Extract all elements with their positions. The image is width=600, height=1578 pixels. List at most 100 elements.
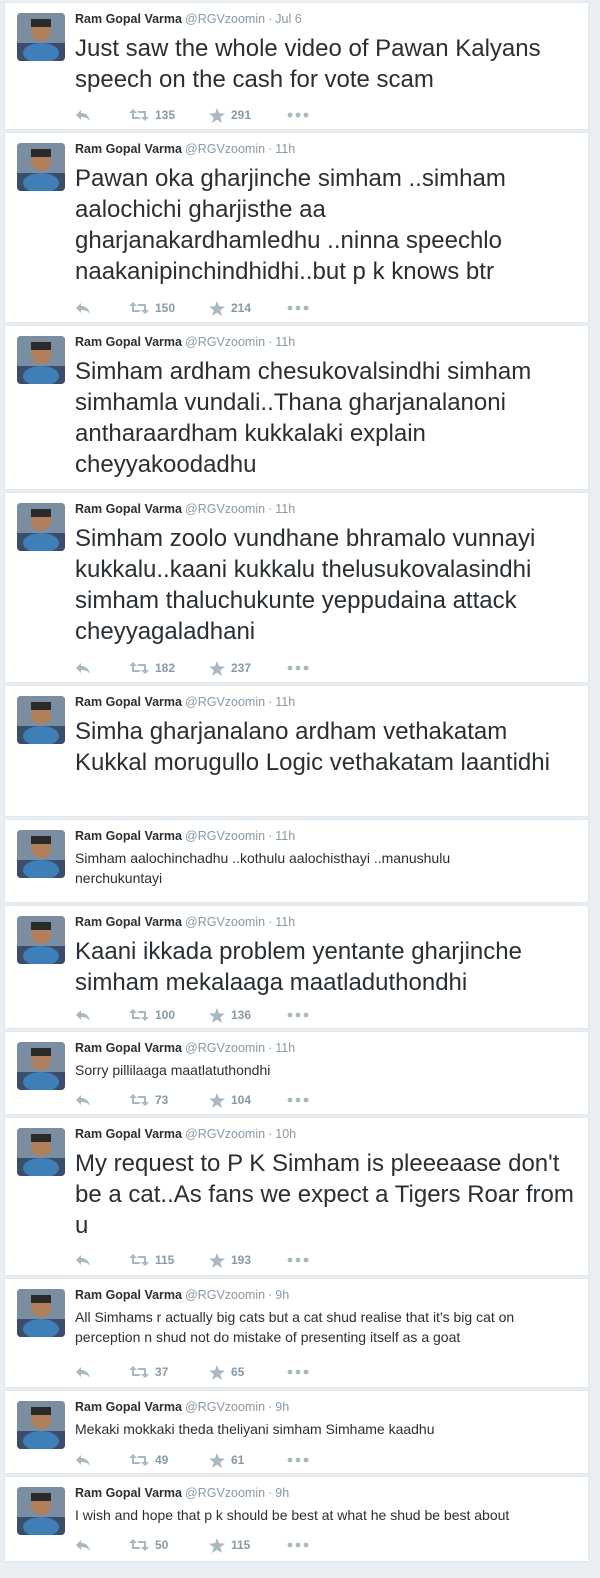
tweet-timestamp[interactable]: 11h	[275, 829, 295, 843]
more-button[interactable]	[287, 1097, 317, 1103]
more-button[interactable]	[287, 1257, 317, 1263]
author-name[interactable]: Ram Gopal Varma	[75, 12, 182, 26]
retweet-button[interactable]: 73	[129, 1093, 209, 1107]
retweet-button[interactable]: 37	[129, 1365, 209, 1379]
favorite-button[interactable]: 237	[209, 660, 287, 676]
author-name[interactable]: Ram Gopal Varma	[75, 829, 182, 843]
more-button[interactable]	[287, 1457, 317, 1463]
more-button[interactable]	[287, 1369, 317, 1375]
tweet[interactable]: Ram Gopal Varma @RGVzoomin · 11h Simham ard…	[4, 325, 589, 490]
retweet-button[interactable]: 50	[129, 1538, 209, 1552]
author-name[interactable]: Ram Gopal Varma	[75, 695, 182, 709]
author-handle[interactable]: @RGVzoomin	[185, 1400, 265, 1414]
tweet[interactable]: Ram Gopal Varma @RGVzoomin · 10h My request…	[4, 1117, 589, 1276]
more-button[interactable]	[287, 665, 317, 671]
tweet-timestamp[interactable]: 11h	[275, 915, 295, 929]
avatar[interactable]	[17, 1401, 65, 1449]
author-name[interactable]: Ram Gopal Varma	[75, 915, 182, 929]
tweet[interactable]: Ram Gopal Varma @RGVzoomin · 9h I wish and …	[4, 1476, 589, 1562]
author-handle[interactable]: @RGVzoomin	[185, 695, 265, 709]
retweet-button[interactable]: 135	[129, 108, 209, 122]
reply-button[interactable]	[75, 1008, 129, 1022]
tweet-timestamp[interactable]: 9h	[275, 1400, 289, 1414]
favorite-button[interactable]: 193	[209, 1252, 287, 1268]
author-handle[interactable]: @RGVzoomin	[185, 829, 265, 843]
avatar[interactable]	[17, 1042, 65, 1090]
tweet-timestamp[interactable]: 11h	[275, 502, 295, 516]
more-icon	[287, 1257, 309, 1263]
tweet-timestamp[interactable]: 11h	[275, 695, 295, 709]
favorite-button[interactable]: 61	[209, 1452, 287, 1468]
tweet[interactable]: Ram Gopal Varma @RGVzoomin · Jul 6 Just saw…	[4, 2, 589, 130]
favorite-button[interactable]: 104	[209, 1092, 287, 1108]
reply-button[interactable]	[75, 1453, 129, 1467]
more-button[interactable]	[287, 1012, 317, 1018]
tweet[interactable]: Ram Gopal Varma @RGVzoomin · 9h Mekaki mokk…	[4, 1390, 589, 1474]
author-name[interactable]: Ram Gopal Varma	[75, 1288, 182, 1302]
favorite-button[interactable]: 65	[209, 1364, 287, 1380]
tweet-timestamp[interactable]: 10h	[275, 1127, 296, 1141]
avatar[interactable]	[17, 1128, 65, 1176]
tweet[interactable]: Ram Gopal Varma @RGVzoomin · 11h Simham aal…	[4, 819, 589, 903]
author-handle[interactable]: @RGVzoomin	[185, 1041, 265, 1055]
favorite-button[interactable]: 291	[209, 107, 287, 123]
avatar[interactable]	[17, 143, 65, 191]
reply-button[interactable]	[75, 108, 129, 122]
reply-button[interactable]	[75, 1093, 129, 1107]
avatar[interactable]	[17, 830, 65, 878]
tweet-timestamp[interactable]: 11h	[275, 335, 295, 349]
more-button[interactable]	[287, 305, 317, 311]
author-name[interactable]: Ram Gopal Varma	[75, 1127, 182, 1141]
tweet-timestamp[interactable]: 9h	[275, 1486, 289, 1500]
more-button[interactable]	[287, 112, 317, 118]
author-name[interactable]: Ram Gopal Varma	[75, 1400, 182, 1414]
reply-button[interactable]	[75, 301, 129, 315]
author-handle[interactable]: @RGVzoomin	[185, 1288, 265, 1302]
avatar[interactable]	[17, 13, 65, 61]
avatar[interactable]	[17, 336, 65, 384]
avatar[interactable]	[17, 696, 65, 744]
more-button[interactable]	[287, 1542, 317, 1548]
favorite-button[interactable]: 136	[209, 1007, 287, 1023]
retweet-button[interactable]: 182	[129, 661, 209, 675]
favorite-button[interactable]: 115	[209, 1537, 287, 1553]
author-name[interactable]: Ram Gopal Varma	[75, 1041, 182, 1055]
reply-button[interactable]	[75, 1365, 129, 1379]
author-handle[interactable]: @RGVzoomin	[185, 335, 265, 349]
avatar[interactable]	[17, 503, 65, 551]
tweet-timestamp[interactable]: 11h	[275, 142, 295, 156]
retweet-button[interactable]: 115	[129, 1253, 209, 1267]
author-handle[interactable]: @RGVzoomin	[185, 915, 265, 929]
reply-button[interactable]	[75, 661, 129, 675]
retweet-count: 100	[155, 1008, 176, 1022]
avatar[interactable]	[17, 1289, 65, 1337]
tweet[interactable]: Ram Gopal Varma @RGVzoomin · 11h Simham zoo…	[4, 492, 589, 683]
author-handle[interactable]: @RGVzoomin	[185, 1486, 265, 1500]
tweet-timestamp[interactable]: 11h	[275, 1041, 295, 1055]
tweet[interactable]: Ram Gopal Varma @RGVzoomin · 9h All Simhams…	[4, 1278, 589, 1388]
favorite-button[interactable]: 214	[209, 300, 287, 316]
avatar[interactable]	[17, 916, 65, 964]
author-name[interactable]: Ram Gopal Varma	[75, 502, 182, 516]
tweet[interactable]: Ram Gopal Varma @RGVzoomin · 11h Kaani ikka…	[4, 905, 589, 1029]
tweet[interactable]: Ram Gopal Varma @RGVzoomin · 11h Sorry pill…	[4, 1031, 589, 1115]
retweet-button[interactable]: 150	[129, 301, 209, 315]
tweet[interactable]: Ram Gopal Varma @RGVzoomin · 11h Simha ghar…	[4, 685, 589, 817]
retweet-button[interactable]: 100	[129, 1008, 209, 1022]
retweet-button[interactable]: 49	[129, 1453, 209, 1467]
author-name[interactable]: Ram Gopal Varma	[75, 1486, 182, 1500]
author-handle[interactable]: @RGVzoomin	[185, 142, 265, 156]
author-handle[interactable]: @RGVzoomin	[185, 1127, 265, 1141]
retweet-count: 50	[155, 1538, 169, 1552]
tweet[interactable]: Ram Gopal Varma @RGVzoomin · 11h Pawan oka …	[4, 132, 589, 323]
reply-button[interactable]	[75, 1538, 129, 1552]
author-handle[interactable]: @RGVzoomin	[185, 502, 265, 516]
author-name[interactable]: Ram Gopal Varma	[75, 335, 182, 349]
tweet-actions: 150 214	[75, 299, 317, 317]
author-handle[interactable]: @RGVzoomin	[185, 12, 265, 26]
author-name[interactable]: Ram Gopal Varma	[75, 142, 182, 156]
tweet-timestamp[interactable]: Jul 6	[275, 12, 301, 26]
reply-button[interactable]	[75, 1253, 129, 1267]
avatar[interactable]	[17, 1487, 65, 1535]
tweet-timestamp[interactable]: 9h	[275, 1288, 289, 1302]
